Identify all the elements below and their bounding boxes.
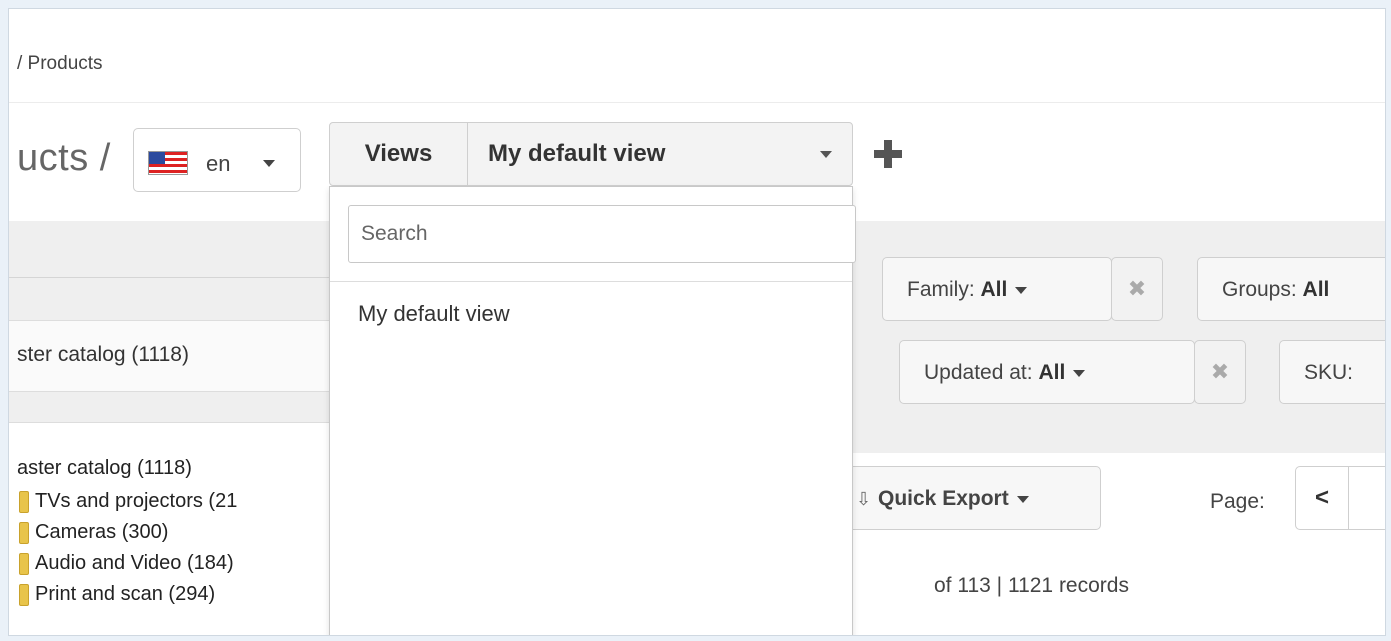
- view-option-my-default-view[interactable]: My default view: [358, 301, 510, 327]
- tree-node[interactable]: Cameras (300): [19, 521, 168, 544]
- chevron-down-icon: [1016, 495, 1029, 503]
- views-dropdown-menu: My default view: [329, 186, 856, 635]
- dropdown-divider: [330, 281, 852, 282]
- previous-page-button[interactable]: <: [1295, 466, 1349, 530]
- family-filter[interactable]: Family: All: [882, 257, 1112, 321]
- current-view: My default view: [488, 140, 666, 167]
- tree-root-node[interactable]: aster catalog (1118): [17, 457, 192, 480]
- tree-selector[interactable]: ster catalog (1118): [9, 320, 331, 392]
- tree-selector-label: ster catalog (1118): [17, 343, 189, 366]
- views-search-input[interactable]: [348, 205, 856, 263]
- records-count: of 113 | 1121 records: [934, 574, 1129, 597]
- locale-code: en: [206, 151, 231, 176]
- app-frame: / Products ucts / en Views My default vi…: [8, 8, 1386, 636]
- views-selector[interactable]: Views My default view: [329, 122, 853, 186]
- sku-filter[interactable]: SKU:: [1279, 340, 1385, 404]
- quick-export-button[interactable]: ⇩ Quick Export: [829, 466, 1101, 530]
- band-divider: [9, 277, 331, 278]
- page-label: Page:: [1210, 490, 1265, 513]
- folder-icon: [19, 521, 29, 544]
- remove-updated-at-filter-button[interactable]: ✖: [1194, 340, 1246, 404]
- tree-node[interactable]: Audio and Video (184): [19, 552, 234, 575]
- updated-at-filter[interactable]: Updated at: All: [899, 340, 1195, 404]
- chevron-down-icon: [1073, 369, 1086, 377]
- page-title: ucts /: [17, 137, 111, 179]
- chevron-down-icon: [1015, 286, 1028, 294]
- page-number-input[interactable]: [1348, 466, 1385, 530]
- folder-icon: [19, 490, 29, 513]
- chevron-down-icon: [263, 160, 275, 167]
- folder-icon: [19, 552, 29, 575]
- views-label: Views: [330, 123, 468, 185]
- groups-filter[interactable]: Groups: All: [1197, 257, 1385, 321]
- folder-icon: [19, 583, 29, 606]
- locale-switcher[interactable]: en: [133, 128, 301, 192]
- tree-node[interactable]: Print and scan (294): [19, 583, 215, 606]
- breadcrumb-divider: [9, 102, 1385, 103]
- breadcrumb: / Products: [17, 53, 103, 74]
- tree-node[interactable]: TVs and projectors (21: [19, 490, 237, 513]
- remove-family-filter-button[interactable]: ✖: [1111, 257, 1163, 321]
- chevron-down-icon: [820, 151, 832, 158]
- export-icon: ⇩: [856, 489, 872, 509]
- add-view-button[interactable]: [871, 137, 905, 171]
- us-flag-icon: [148, 151, 188, 175]
